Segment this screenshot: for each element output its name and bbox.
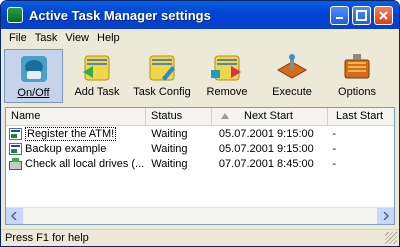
table-row[interactable]: Check all local drives (... Waiting 07.0… <box>6 156 394 171</box>
task-name: Register the ATM! <box>25 126 117 141</box>
menu-view[interactable]: View <box>61 32 93 44</box>
status-text: Press F1 for help <box>5 232 89 244</box>
menu-help[interactable]: Help <box>93 32 124 44</box>
title-bar[interactable]: Active Task Manager settings <box>1 1 399 29</box>
arrow-left-icon <box>11 212 17 220</box>
options-button[interactable]: Options <box>326 49 388 103</box>
window-title: Active Task Manager settings <box>29 7 211 23</box>
column-header-last-start[interactable]: Last Start <box>328 108 394 125</box>
menu-bar: File Task View Help <box>1 29 399 47</box>
task-config-label: Task Config <box>133 86 191 98</box>
table-row[interactable]: Backup example Waiting 05.07.2001 9:15:0… <box>6 141 394 156</box>
options-icon <box>344 54 370 79</box>
execute-button[interactable]: Execute <box>261 49 323 103</box>
column-header-status[interactable]: Status <box>146 108 212 125</box>
power-icon <box>20 56 47 82</box>
task-status: Waiting <box>151 142 188 155</box>
add-task-icon <box>83 55 110 81</box>
menu-file[interactable]: File <box>5 32 31 44</box>
task-last-start: - <box>332 127 336 140</box>
resize-grip-icon[interactable] <box>385 232 397 244</box>
task-next-start: 07.07.2001 8:45:00 <box>218 157 314 170</box>
task-icon <box>9 142 22 155</box>
list-header: Name Status Next Start Last Start <box>6 108 394 126</box>
close-icon <box>379 10 388 20</box>
task-last-start: - <box>332 142 336 155</box>
menu-task[interactable]: Task <box>31 32 62 44</box>
scroll-right-button[interactable] <box>377 208 394 224</box>
status-bar: Press F1 for help <box>1 229 399 246</box>
minimize-button[interactable] <box>330 5 349 25</box>
task-name: Backup example <box>25 142 107 155</box>
task-last-start: - <box>332 157 336 170</box>
task-name-cell: Backup example <box>6 142 145 155</box>
add-task-button[interactable]: Add Task <box>66 49 128 103</box>
task-icon <box>9 127 22 140</box>
task-next-start: 05.07.2001 9:15:00 <box>218 142 314 155</box>
task-name: Check all local drives (... <box>25 157 145 170</box>
task-config-button[interactable]: Task Config <box>131 49 193 103</box>
task-status: Waiting <box>151 157 188 170</box>
task-name-cell: Register the ATM! <box>6 126 145 141</box>
scroll-left-button[interactable] <box>6 208 23 224</box>
on-off-label: On/Off <box>17 87 50 99</box>
remove-label: Remove <box>206 86 248 98</box>
task-list[interactable]: Name Status Next Start Last Start Regist… <box>5 107 395 225</box>
horizontal-scrollbar[interactable] <box>6 207 394 224</box>
on-off-button[interactable]: On/Off <box>4 49 63 103</box>
task-status: Waiting <box>151 127 188 140</box>
column-header-next-start[interactable]: Next Start <box>212 108 328 125</box>
task-config-icon <box>149 55 175 81</box>
arrow-right-icon <box>383 212 389 220</box>
options-label: Options <box>338 86 376 98</box>
drive-check-icon <box>9 157 22 170</box>
maximize-icon <box>356 9 367 21</box>
add-task-label: Add Task <box>74 86 120 98</box>
app-icon <box>7 7 23 23</box>
app-window: Active Task Manager settings File Task V… <box>0 0 400 247</box>
execute-icon <box>276 54 308 79</box>
task-next-start: 05.07.2001 9:15:00 <box>218 127 314 140</box>
table-row[interactable]: Register the ATM! Waiting 05.07.2001 9:1… <box>6 126 394 141</box>
maximize-button[interactable] <box>352 5 371 25</box>
minimize-icon <box>336 16 343 19</box>
task-name-cell: Check all local drives (... <box>6 157 145 170</box>
remove-task-icon <box>211 55 241 81</box>
column-header-next-start-label: Next Start <box>244 110 293 122</box>
column-header-name[interactable]: Name <box>6 108 146 125</box>
execute-label: Execute <box>272 86 312 98</box>
toolbar: On/Off Add Task Task Config Remove Execu… <box>1 47 399 106</box>
close-button[interactable] <box>374 5 393 25</box>
remove-button[interactable]: Remove <box>196 49 258 103</box>
sort-ascending-icon <box>221 113 229 119</box>
scroll-track[interactable] <box>23 208 377 224</box>
